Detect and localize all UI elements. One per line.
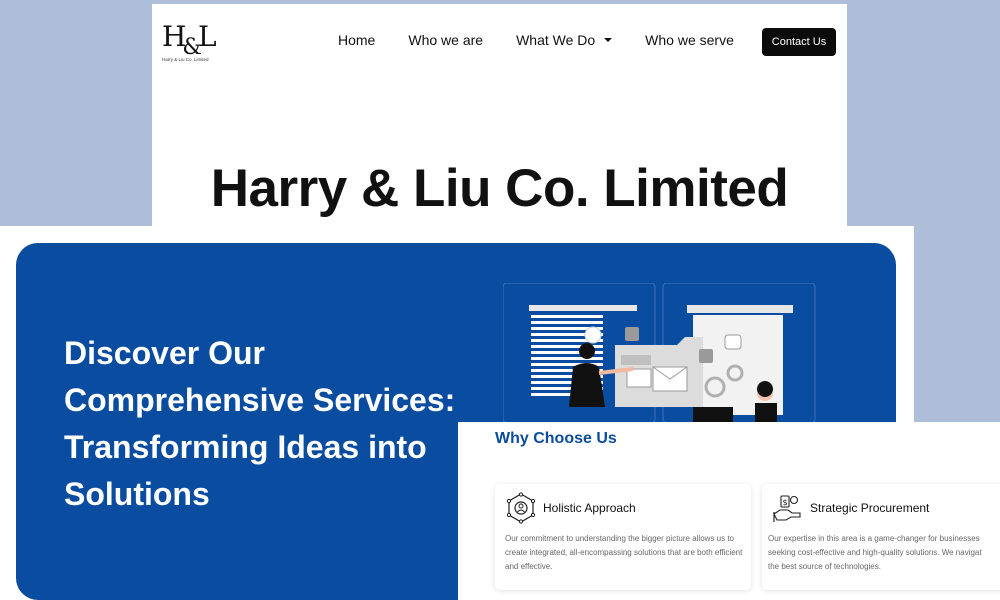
main-nav: Home Who we are What We Do Who we serve <box>338 32 767 48</box>
card-title: Strategic Procurement <box>810 501 930 515</box>
svg-text:$: $ <box>782 498 787 507</box>
why-choose-us-panel: Why Choose Us Holistic Approach Our comm… <box>458 422 1000 600</box>
page-title: Harry & Liu Co. Limited <box>210 159 789 218</box>
nav-who-we-are[interactable]: Who we are <box>408 32 483 48</box>
company-logo[interactable]: H&L Harry & Liu Co. Limited <box>162 20 222 63</box>
card-title: Holistic Approach <box>543 501 636 515</box>
header-panel: H&L Harry & Liu Co. Limited Home Who we … <box>152 4 847 226</box>
nav-what-we-do-label: What We Do <box>516 32 596 48</box>
chevron-down-icon <box>604 38 613 42</box>
contact-us-button[interactable]: Contact Us <box>762 28 836 56</box>
handshake-money-icon: $ <box>773 495 801 522</box>
nav-what-we-do[interactable]: What We Do <box>516 32 613 48</box>
services-heading: Discover Our Comprehensive Services: Tra… <box>64 335 456 512</box>
nav-home[interactable]: Home <box>338 32 375 48</box>
team-illustration <box>503 283 816 423</box>
card-header: Holistic Approach <box>505 492 636 524</box>
card-description-line: seeking cost-effective and high-quality … <box>768 548 982 557</box>
card-header: $ Strategic Procurement <box>772 492 929 524</box>
card-description-line: the best source of technologies. <box>768 562 881 571</box>
card-description-line: Our expertise in this area is a game-cha… <box>768 534 980 543</box>
nav-who-we-serve[interactable]: Who we serve <box>645 32 734 48</box>
card-description: Our expertise in this area is a game-cha… <box>768 532 1000 574</box>
network-person-icon <box>506 492 536 524</box>
card-description: Our commitment to understanding the bigg… <box>505 534 743 571</box>
feature-card-holistic: Holistic Approach Our commitment to unde… <box>495 484 751 590</box>
why-choose-us-title: Why Choose Us <box>495 430 617 447</box>
logo-mark: H&L <box>162 20 217 61</box>
feature-card-procurement: $ Strategic Procurement Our expertise in… <box>762 484 1000 590</box>
